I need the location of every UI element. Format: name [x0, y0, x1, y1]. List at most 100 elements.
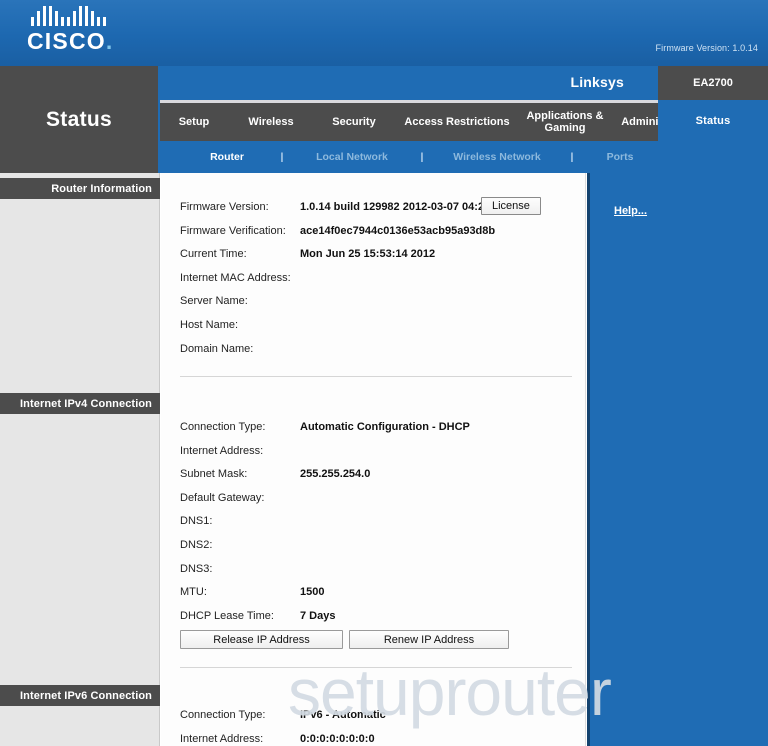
page-title: Status	[46, 107, 112, 131]
cisco-logo: CISCO.	[27, 6, 137, 60]
row-label: Internet Address:	[180, 732, 264, 745]
row-label: Default Gateway:	[180, 491, 265, 504]
subnav-item-local-network[interactable]: Local Network	[300, 151, 404, 163]
main-content: Firmware Version: 1.0.14 build 129982 20…	[161, 173, 768, 746]
row-label: Current Time:	[180, 248, 247, 261]
help-link[interactable]: Help...	[614, 205, 647, 217]
row-label: Connection Type:	[180, 421, 266, 433]
cisco-bar-9	[79, 6, 82, 26]
cisco-bar-8	[73, 11, 76, 26]
cisco-bar-5	[55, 11, 58, 26]
cisco-wordmark-dot: .	[105, 28, 114, 54]
row-ipv4-dhcp-lease-time: DHCP Lease Time: 7 Days	[161, 607, 586, 631]
row-ipv4-mtu: MTU: 1500	[161, 583, 586, 607]
section-divider-2	[180, 667, 572, 668]
cisco-bar-13	[103, 17, 106, 26]
cisco-bar-2	[37, 11, 40, 26]
row-domain-name: Domain Name:	[161, 340, 586, 364]
tab-status-label: Status	[695, 114, 731, 127]
section-label-sidebar: Router Information Internet IPv4 Connect…	[0, 173, 160, 746]
row-label: Internet MAC Address:	[180, 271, 291, 284]
subnav-item-ports[interactable]: Ports	[590, 151, 650, 163]
row-value: ace14f0ec7944c0136e53acb95a93d8b	[300, 224, 496, 237]
help-panel: Help...	[587, 173, 768, 746]
firmware-version-header: Firmware Version: 1.0.14	[655, 43, 758, 53]
cisco-bar-4	[49, 6, 52, 26]
row-current-time: Current Time: Mon Jun 25 15:53:14 2012	[161, 245, 586, 269]
row-label: DNS3:	[180, 562, 213, 575]
cisco-bar-1	[31, 17, 34, 26]
navigation-area: Linksys EA2700 Setup Wireless Security A…	[158, 66, 768, 173]
cisco-bars-logo-icon	[31, 6, 107, 26]
sidebar-section-label: Router Information	[51, 182, 152, 195]
row-value: IPv6 - Automatic	[300, 709, 386, 721]
row-value: 255.255.254.0	[300, 468, 371, 481]
row-ipv4-dns2: DNS2:	[161, 536, 586, 560]
row-label: Domain Name:	[180, 342, 254, 355]
row-value: Mon Jun 25 15:53:14 2012	[300, 248, 436, 261]
row-label: Server Name:	[180, 295, 248, 308]
row-label: Subnet Mask:	[180, 468, 248, 481]
internet-ipv4-block: Connection Type: Automatic Configuration…	[161, 418, 586, 654]
row-ipv6-connection-type: Connection Type: IPv6 - Automatic	[161, 706, 586, 730]
sidebar-section-label: Internet IPv4 Connection	[20, 397, 152, 410]
row-ipv4-default-gateway: Default Gateway:	[161, 489, 586, 513]
sidebar-section-internet-ipv4: Internet IPv4 Connection	[0, 393, 160, 414]
license-button[interactable]: License	[481, 197, 541, 215]
sidebar-section-router-information: Router Information	[0, 178, 160, 199]
row-value: 7 Days	[300, 609, 336, 622]
row-firmware-verification: Firmware Verification: ace14f0ec7944c013…	[161, 222, 586, 246]
subnav-separator-1: |	[280, 151, 284, 163]
renew-ip-address-button[interactable]: Renew IP Address	[349, 630, 509, 650]
product-brand-row: Linksys EA2700	[158, 66, 768, 100]
page-title-panel: Status	[0, 66, 158, 173]
row-label: MTU:	[180, 586, 207, 599]
row-server-name: Server Name:	[161, 292, 586, 316]
brand-header: CISCO. Firmware Version: 1.0.14	[0, 0, 768, 66]
tab-wireless[interactable]: Wireless	[228, 116, 314, 128]
status-detail-panel: Firmware Version: 1.0.14 build 129982 20…	[161, 173, 586, 746]
cisco-bar-3	[43, 6, 46, 26]
row-label: Firmware Version:	[180, 201, 269, 213]
product-brand-label: Linksys	[570, 74, 624, 90]
subnav-separator-3: |	[570, 151, 574, 163]
row-label: DNS2:	[180, 538, 213, 551]
row-label: Internet Address:	[180, 444, 264, 457]
tab-setup[interactable]: Setup	[160, 116, 228, 128]
sub-navigation-row: Router | Local Network | Wireless Networ…	[160, 141, 768, 173]
cisco-bar-7	[67, 17, 70, 26]
internet-ipv6-block: Connection Type: IPv6 - Automatic Intern…	[161, 706, 586, 746]
cisco-bar-11	[91, 11, 94, 26]
row-ipv6-internet-address: Internet Address: 0:0:0:0:0:0:0:0	[161, 730, 586, 746]
row-label: Connection Type:	[180, 709, 266, 721]
release-ip-address-button[interactable]: Release IP Address	[180, 630, 343, 650]
tab-access-restrictions[interactable]: Access Restrictions	[394, 116, 520, 128]
subnav-item-router[interactable]: Router	[190, 151, 264, 163]
row-label: Host Name:	[180, 318, 239, 331]
main-tab-row: Setup Wireless Security Access Restricti…	[160, 100, 768, 141]
main-tab-strip: Setup Wireless Security Access Restricti…	[160, 100, 699, 141]
router-information-block: Firmware Version: 1.0.14 build 129982 20…	[161, 197, 586, 364]
row-firmware-version: Firmware Version: 1.0.14 build 129982 20…	[161, 197, 586, 222]
row-internet-mac-address: Internet MAC Address:	[161, 269, 586, 293]
cisco-bar-10	[85, 6, 88, 26]
cisco-bar-12	[97, 17, 100, 26]
row-ipv4-subnet-mask: Subnet Mask: 255.255.254.0	[161, 465, 586, 489]
model-badge: EA2700	[658, 66, 768, 100]
tab-security[interactable]: Security	[314, 116, 394, 128]
subnav-item-wireless-network[interactable]: Wireless Network	[440, 151, 554, 163]
cisco-wordmark-text: CISCO	[27, 28, 106, 54]
router-admin-page: CISCO. Firmware Version: 1.0.14 Status L…	[0, 0, 768, 746]
row-label: DHCP Lease Time:	[180, 609, 274, 622]
row-value: 0:0:0:0:0:0:0:0	[300, 732, 375, 745]
cisco-wordmark: CISCO.	[27, 29, 137, 53]
row-label: Firmware Verification:	[180, 224, 286, 237]
row-label: DNS1:	[180, 515, 213, 528]
row-value: 1.0.14 build 129982 2012-03-07 04:25	[300, 201, 491, 213]
sidebar-section-label: Internet IPv6 Connection	[20, 689, 152, 702]
ipv4-action-row: Release IP Address Renew IP Address	[161, 630, 586, 654]
row-value: 1500	[300, 586, 325, 599]
tab-status[interactable]: Status	[658, 100, 768, 141]
subnav-separator-2: |	[420, 151, 424, 163]
tab-applications-gaming[interactable]: Applications & Gaming	[520, 110, 610, 134]
